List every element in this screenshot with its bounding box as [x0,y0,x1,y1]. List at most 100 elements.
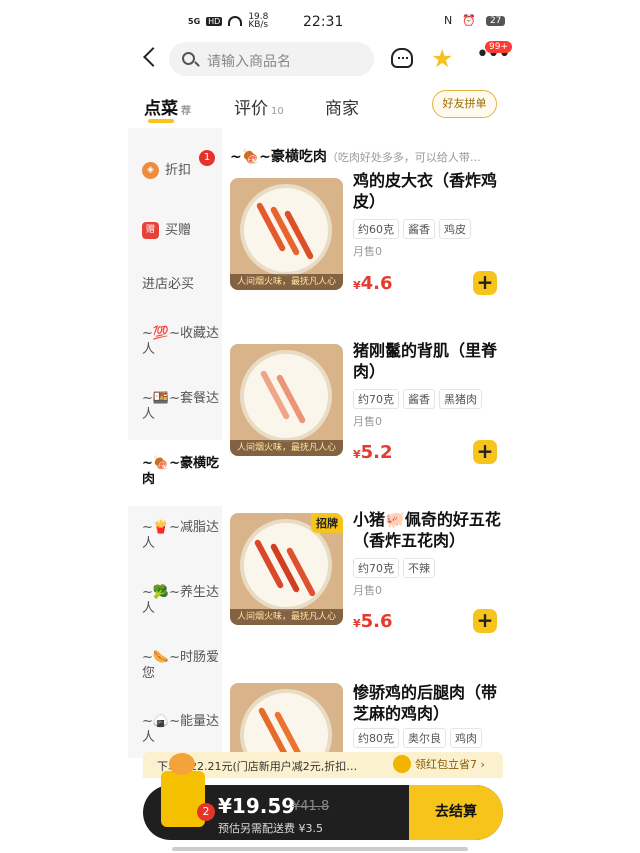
cart-count-badge: 2 [197,803,215,821]
favorite-star-icon[interactable]: ★ [431,44,453,73]
sidebar-item-collect[interactable]: ~💯~收藏达人 [128,326,222,358]
product-name: 惨骄鸡的后腿肉（带芝麻的鸡肉） [353,683,498,723]
top-bar: 请输入商品名 ★ ••• 99+ [0,40,640,80]
sidebar-item-health[interactable]: ~🥦~养生达人 [128,585,222,617]
product-card[interactable]: 人间烟火味，最抚凡人心 猪刚鬣的背肌（里脊肉） 约70克 酱香 黑猪肉 月售0 … [230,341,500,464]
cart-total: ¥19.59 [218,794,296,818]
tab-indicator [148,119,174,123]
discount-icon: ◈ [142,162,159,179]
back-icon[interactable] [143,47,163,67]
sidebar-item-label: ~🌭~时肠爱您 [142,650,219,681]
checkout-button[interactable]: 去结算 [409,785,503,840]
clock: 22:31 [303,14,344,30]
delivery-fee: 预估另需配送费 ¥3.5 [218,822,323,835]
price-value: 5.6 [360,611,393,632]
currency-symbol: ¥ [353,617,361,630]
tab-label: 点菜 [144,99,178,119]
signature-badge: 招牌 [311,513,343,533]
photo-caption: 人间烟火味，最抚凡人心 [230,440,343,456]
wifi-icon [228,16,243,26]
sidebar-item-meat[interactable]: ~🍖~豪横吃肉 [128,440,222,506]
customer-service-icon[interactable] [391,48,413,68]
tab-label: 商家 [325,99,359,119]
red-packet-icon [393,755,411,773]
product-card[interactable]: 招牌 人间烟火味，最抚凡人心 小猪🐖佩奇的好五花（香炸五花肉） 约70克 不辣 … [230,510,501,633]
sidebar-item-energy[interactable]: ~🍙~能量达人 [128,714,222,746]
product-tag: 黑猪肉 [439,389,482,409]
product-tag: 约80克 [353,728,399,748]
add-to-cart-button[interactable]: + [473,271,497,295]
sidebar-item-label: ~🍱~套餐达人 [142,391,219,422]
net-speed: 19.8 KB/s [248,12,269,30]
sidebar-item-discount[interactable]: ◈ 折扣 1 [128,150,222,179]
sidebar-item-set-meal[interactable]: ~🍱~套餐达人 [128,391,222,423]
photo-caption: 人间烟火味，最抚凡人心 [230,609,343,625]
add-to-cart-button[interactable]: + [473,440,497,464]
product-image[interactable]: 人间烟火味，最抚凡人心 [230,178,343,290]
alarm-icon: ⏰ [462,14,476,27]
tab-bar: 点菜荐 评价 10 商家 好友拼单 [0,84,640,126]
product-image[interactable]: 人间烟火味，最抚凡人心 [230,344,343,456]
monthly-sales: 月售0 [353,245,382,258]
tab-sub: 荐 [181,106,191,117]
tab-merchant[interactable]: 商家 [325,94,359,119]
sidebar-item-label: 折扣 [165,163,192,178]
search-input[interactable]: 请输入商品名 [169,42,374,76]
sidebar-badge: 1 [199,150,215,166]
product-price: ¥5.2 [353,442,393,463]
product-tags: 约70克 不辣 [353,558,435,578]
product-tag: 酱香 [403,219,435,239]
product-card[interactable]: 惨骄鸡的后腿肉（带芝麻的鸡肉） 约80克 奥尔良 鸡肉 [230,683,500,753]
product-name: 小猪🐖佩奇的好五花（香炸五花肉） [353,510,501,550]
product-image[interactable] [230,683,343,753]
currency-symbol: ¥ [353,279,361,292]
search-icon [182,52,195,65]
tab-order[interactable]: 点菜荐 [144,94,191,119]
product-tag: 鸡皮 [439,219,471,239]
cart-bar[interactable]: 2 ¥19.59 ¥41.8 预估另需配送费 ¥3.5 去结算 [143,753,503,840]
monthly-sales: 月售0 [353,584,382,597]
tab-reviews[interactable]: 评价 10 [234,94,284,119]
product-tags: 约60克 酱香 鸡皮 [353,219,471,239]
category-title: ~🍖~豪横吃肉 [230,149,327,165]
category-sidebar: ◈ 折扣 1 赠买赠 进店必买 ~💯~收藏达人 ~🍱~套餐达人 ~🍖~豪横吃肉 ~🍟… [128,128,222,758]
sidebar-item-gift[interactable]: 赠买赠 [128,222,222,239]
nfc-icon: N [444,14,453,27]
price-value: 5.2 [360,442,393,463]
product-image[interactable]: 招牌 人间烟火味，最抚凡人心 [230,513,343,625]
category-desc: （吃肉好处多多，可以给人带… [326,151,481,164]
sidebar-item-sausage[interactable]: ~🌭~时肠爱您 [128,650,222,682]
product-name: 猪刚鬣的背肌（里脊肉） [353,341,498,381]
sidebar-item-label: ~🍙~能量达人 [142,714,219,745]
cart-original-price: ¥41.8 [292,799,330,814]
red-packet-link[interactable]: 领红包立省7 › [393,755,485,773]
friend-group-order-button[interactable]: 好友拼单 [432,90,497,118]
sidebar-item-label: 买赠 [165,223,192,238]
sidebar-item-label: ~🍖~豪横吃肉 [142,456,219,487]
product-tag: 不辣 [403,558,435,578]
signal-indicator: 5G [188,16,201,26]
product-tags: 约70克 酱香 黑猪肉 [353,389,482,409]
tab-label: 评价 [234,99,268,119]
search-placeholder: 请输入商品名 [207,54,291,70]
product-tag: 鸡肉 [450,728,482,748]
product-tag: 约60克 [353,219,399,239]
product-card[interactable]: 人间烟火味，最抚凡人心 鸡的皮大衣（香炸鸡皮） 约60克 酱香 鸡皮 月售0 ¥… [230,171,500,298]
add-to-cart-button[interactable]: + [473,609,497,633]
sidebar-item-label: ~🥦~养生达人 [142,585,219,616]
product-name: 鸡的皮大衣（香炸鸡皮） [353,171,498,211]
product-tag: 奥尔良 [403,728,446,748]
sidebar-item-must-buy[interactable]: 进店必买 [128,277,222,293]
sidebar-item-label: ~🍟~减脂达人 [142,520,219,551]
hd-indicator: HD [206,16,223,26]
sidebar-item-diet[interactable]: ~🍟~减脂达人 [128,520,222,552]
price-value: 4.6 [360,273,393,294]
photo-caption: 人间烟火味，最抚凡人心 [230,274,343,290]
status-bar: 5G HD 19.8 KB/s 22:31 N ⏰ 27 [0,0,640,40]
red-packet-label: 领红包立省7 › [415,758,485,771]
product-tag: 酱香 [403,389,435,409]
gift-icon: 赠 [142,222,159,239]
cart-box-icon[interactable] [161,753,205,827]
notification-badge: 99+ [485,41,512,53]
sidebar-item-label: ~💯~收藏达人 [142,326,219,357]
